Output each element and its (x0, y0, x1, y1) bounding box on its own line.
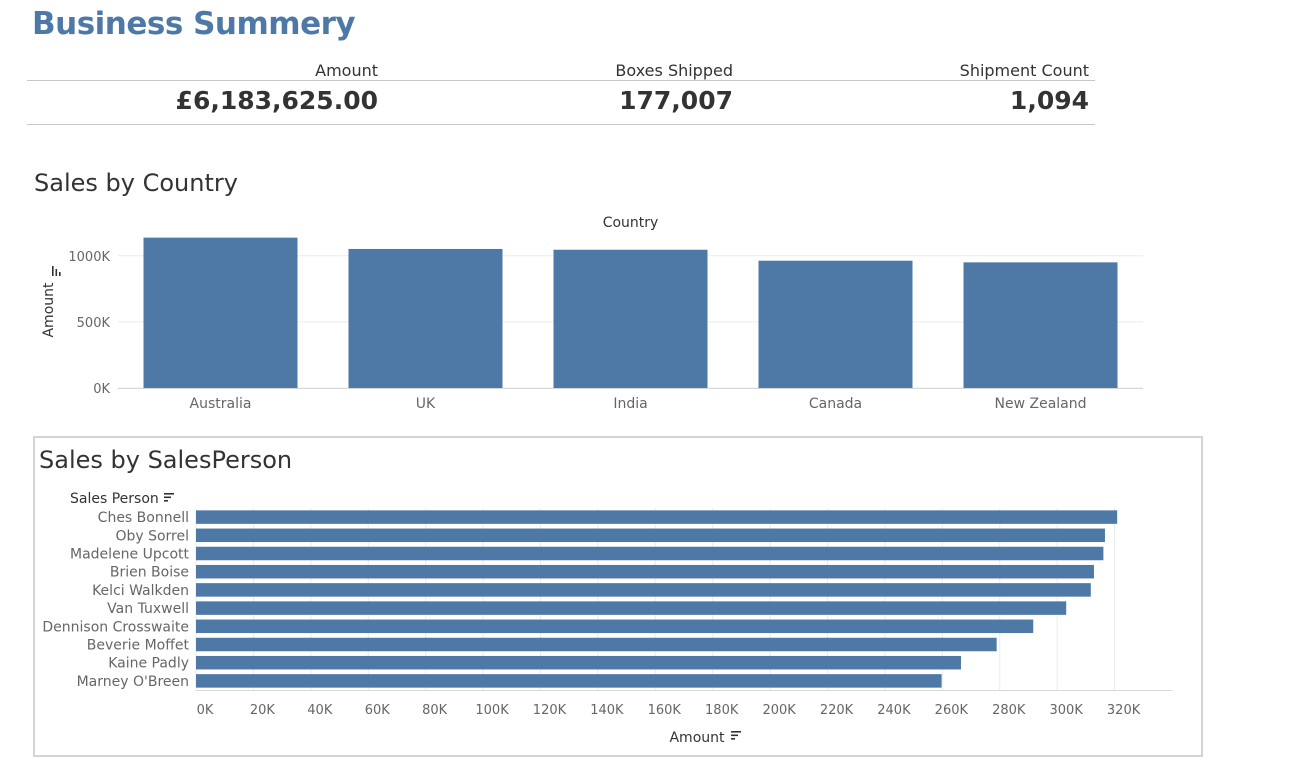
bar-canada (758, 260, 913, 388)
y-tick-label: Madelene Upcott (70, 547, 189, 563)
x-tick-label: Canada (809, 396, 862, 412)
sort-icon (731, 731, 741, 740)
x-tick-label: UK (416, 396, 436, 412)
salesperson-chart-title: Sales by SalesPerson (39, 446, 293, 474)
bar-brien-boise (196, 564, 1094, 579)
bar-oby-sorrel (196, 528, 1105, 543)
x-tick-label: 280K (992, 703, 1026, 718)
bar-india (553, 249, 708, 388)
x-tick-label: 60K (365, 703, 391, 718)
y-tick-label: Oby Sorrel (115, 528, 189, 544)
row-header: Sales Person (70, 491, 159, 507)
sort-icon-line (731, 734, 738, 737)
x-tick-label: 120K (533, 703, 567, 718)
x-tick-label: 100K (475, 703, 509, 718)
country-bar-chart: 0K 500K 1000K Country Amount Australia UK India… (41, 215, 1143, 412)
x-tick-label: New Zealand (995, 396, 1087, 412)
y-tick-label: 500K (77, 316, 111, 331)
kpi-amount-label: Amount (315, 61, 378, 80)
x-tick-label: India (613, 396, 647, 412)
y-tick-label: Kaine Padly (108, 656, 189, 672)
sort-icon-line (731, 731, 741, 733)
x-tick-label: 240K (877, 703, 911, 718)
bar-kaine-padly (196, 655, 961, 670)
bar-dennison-crosswaite (196, 619, 1034, 634)
kpi-boxes-value: 177,007 (619, 86, 733, 115)
y-axis-title: Amount (41, 282, 57, 338)
bar-new-zealand (963, 262, 1118, 388)
x-tick-label: 260K (935, 703, 969, 718)
bar-ches-bonnell (196, 510, 1118, 524)
y-tick-label: Marney O'Breen (77, 674, 189, 690)
x-tick-label: 300K (1050, 703, 1084, 718)
bar-uk (348, 248, 503, 388)
y-tick-label: 1000K (68, 250, 110, 265)
kpi-amount-value: £6,183,625.00 (175, 86, 378, 115)
x-tick-label: 0K (197, 703, 214, 718)
sort-icon-line (164, 500, 168, 502)
x-axis-title: Amount (669, 730, 725, 746)
y-tick-label: Brien Boise (110, 565, 189, 581)
x-tick-label: 200K (762, 703, 796, 718)
kpi-shipments-label: Shipment Count (959, 61, 1089, 80)
bar-kelci-walkden (196, 583, 1091, 597)
kpi-shipments-value: 1,094 (1009, 86, 1089, 115)
y-tick-label: Van Tuxwell (107, 601, 189, 617)
sort-icon (52, 266, 61, 276)
country-chart-title: Sales by Country (34, 169, 238, 197)
sort-icon-line (164, 496, 171, 499)
sort-icon-line (52, 266, 54, 276)
kpi-divider-top (27, 80, 1095, 81)
y-tick-label: Beverie Moffet (87, 638, 190, 654)
x-tick-label: 140K (590, 703, 624, 718)
sort-icon-line (164, 493, 174, 495)
bar-madelene-upcott (196, 546, 1104, 561)
bar-van-tuxwell (196, 601, 1067, 615)
kpi-divider-bottom (27, 124, 1095, 125)
column-header: Country (603, 215, 659, 231)
x-tick-label: 20K (250, 703, 276, 718)
sort-icon-line (59, 272, 61, 276)
bar-australia (143, 237, 298, 388)
bar-beverie-moffet (196, 637, 997, 652)
x-tick-label: Australia (190, 396, 252, 412)
sort-icon-line (731, 738, 735, 740)
y-tick-label: Kelci Walkden (92, 583, 189, 599)
kpi-boxes-label: Boxes Shipped (615, 61, 733, 80)
x-tick-label: 40K (307, 703, 333, 718)
sort-icon-line (55, 269, 58, 276)
x-tick-label: 160K (648, 703, 682, 718)
bar-marney-o-breen (196, 674, 942, 688)
x-tick-label: 320K (1107, 703, 1141, 718)
sort-icon (164, 493, 174, 502)
y-tick-label: Dennison Crosswaite (42, 619, 189, 635)
y-tick-label: 0K (93, 382, 110, 397)
x-tick-label: 220K (820, 703, 854, 718)
salesperson-bar-chart: 0K 20K 40K 60K 80K 100K 120K 140K 160K 180K 200K 22… (42, 491, 1172, 746)
x-tick-label: 180K (705, 703, 739, 718)
page-title: Business Summery (32, 6, 356, 42)
y-tick-label: Ches Bonnell (98, 510, 189, 526)
x-tick-label: 80K (422, 703, 448, 718)
